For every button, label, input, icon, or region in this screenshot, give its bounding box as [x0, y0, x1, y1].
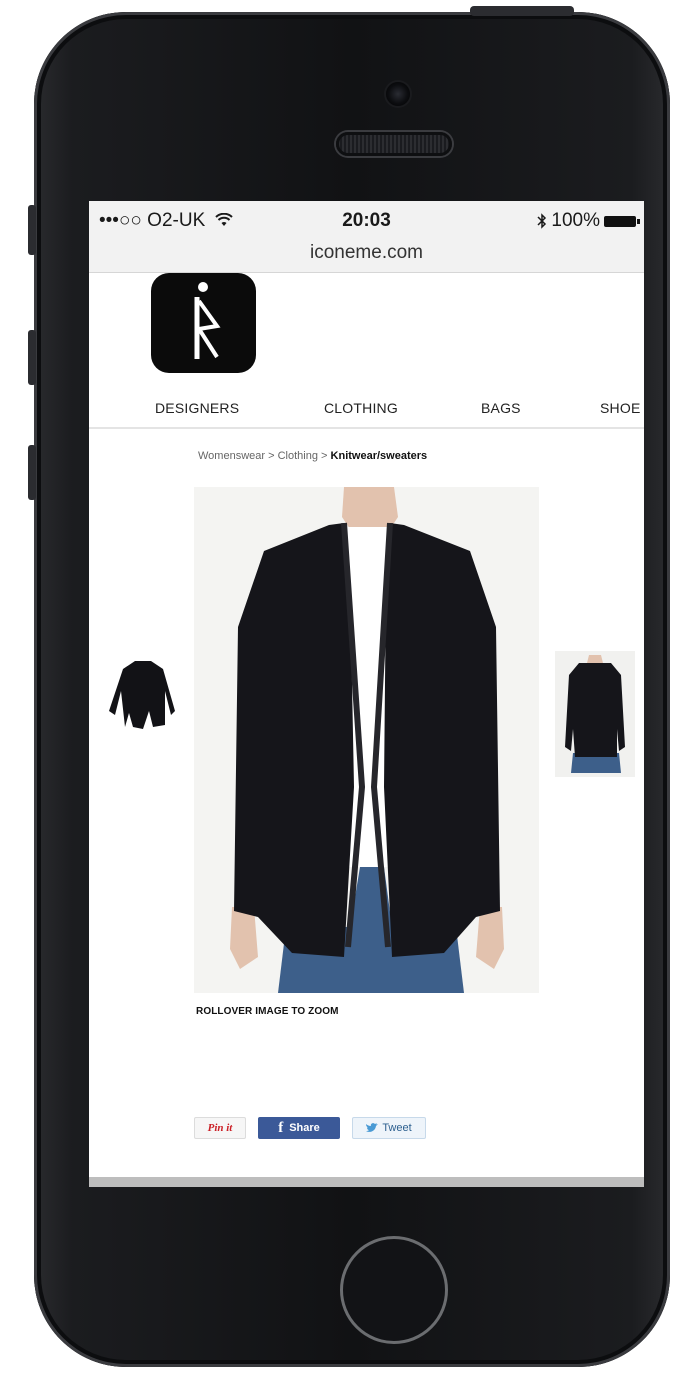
product-thumbnail-front[interactable] — [95, 651, 191, 751]
tweet-button[interactable]: Tweet — [352, 1117, 426, 1139]
twitter-bird-icon — [366, 1123, 379, 1132]
nav-bags[interactable]: BAGS — [481, 400, 521, 416]
battery-percent: 100% — [551, 210, 600, 231]
home-button[interactable] — [340, 1236, 448, 1344]
breadcrumb-current: Knitwear/sweaters — [330, 450, 428, 462]
nav-clothing[interactable]: CLOTHING — [324, 400, 398, 416]
nav-designers[interactable]: DESIGNERS — [155, 400, 239, 416]
iconeme-logo-icon — [194, 282, 221, 359]
address-bar[interactable]: iconeme.com — [89, 236, 644, 273]
pinterest-button[interactable]: Pin it — [194, 1117, 246, 1139]
share-buttons: Pin it f Share Tweet — [194, 1117, 426, 1139]
site-logo[interactable] — [151, 273, 256, 373]
facebook-icon: f — [278, 1119, 284, 1136]
browser-toolbar-edge — [89, 1177, 644, 1187]
battery-icon — [604, 215, 640, 227]
breadcrumb-separator: > — [321, 450, 328, 462]
breadcrumb-womenswear[interactable]: Womenswear — [198, 450, 265, 462]
tweet-label: Tweet — [382, 1122, 412, 1134]
breadcrumb: Womenswear > Clothing > Knitwear/sweater… — [198, 450, 427, 462]
volume-down-button[interactable] — [28, 445, 36, 500]
breadcrumb-separator: > — [268, 450, 275, 462]
cardigan-thumbnail-image — [109, 661, 175, 729]
rollover-zoom-note: ROLLOVER IMAGE TO ZOOM — [196, 1006, 339, 1017]
front-camera — [386, 82, 410, 106]
status-right: 100% — [537, 210, 640, 232]
volume-up-button-2[interactable] — [28, 330, 36, 385]
earpiece-speaker — [336, 132, 452, 156]
url-text: iconeme.com — [310, 242, 423, 263]
model-cardigan-image — [194, 487, 539, 993]
facebook-share-button[interactable]: f Share — [258, 1117, 340, 1139]
facebook-share-label: Share — [289, 1122, 320, 1134]
bluetooth-icon — [537, 213, 547, 229]
category-nav: DESIGNERS CLOTHING BAGS SHOE — [89, 393, 644, 429]
status-bar: •••○○ O2-UK 20:03 100% — [89, 201, 644, 236]
nav-shoes[interactable]: SHOE — [600, 400, 640, 416]
product-thumbnail-back[interactable] — [555, 651, 635, 777]
power-button[interactable] — [470, 6, 574, 16]
phone-screen: •••○○ O2-UK 20:03 100% iconeme.com DESIG… — [89, 201, 644, 1187]
product-main-image[interactable] — [194, 487, 539, 993]
volume-up-button[interactable] — [28, 205, 36, 255]
breadcrumb-clothing[interactable]: Clothing — [278, 450, 318, 462]
cardigan-back-thumbnail-image — [555, 651, 635, 777]
